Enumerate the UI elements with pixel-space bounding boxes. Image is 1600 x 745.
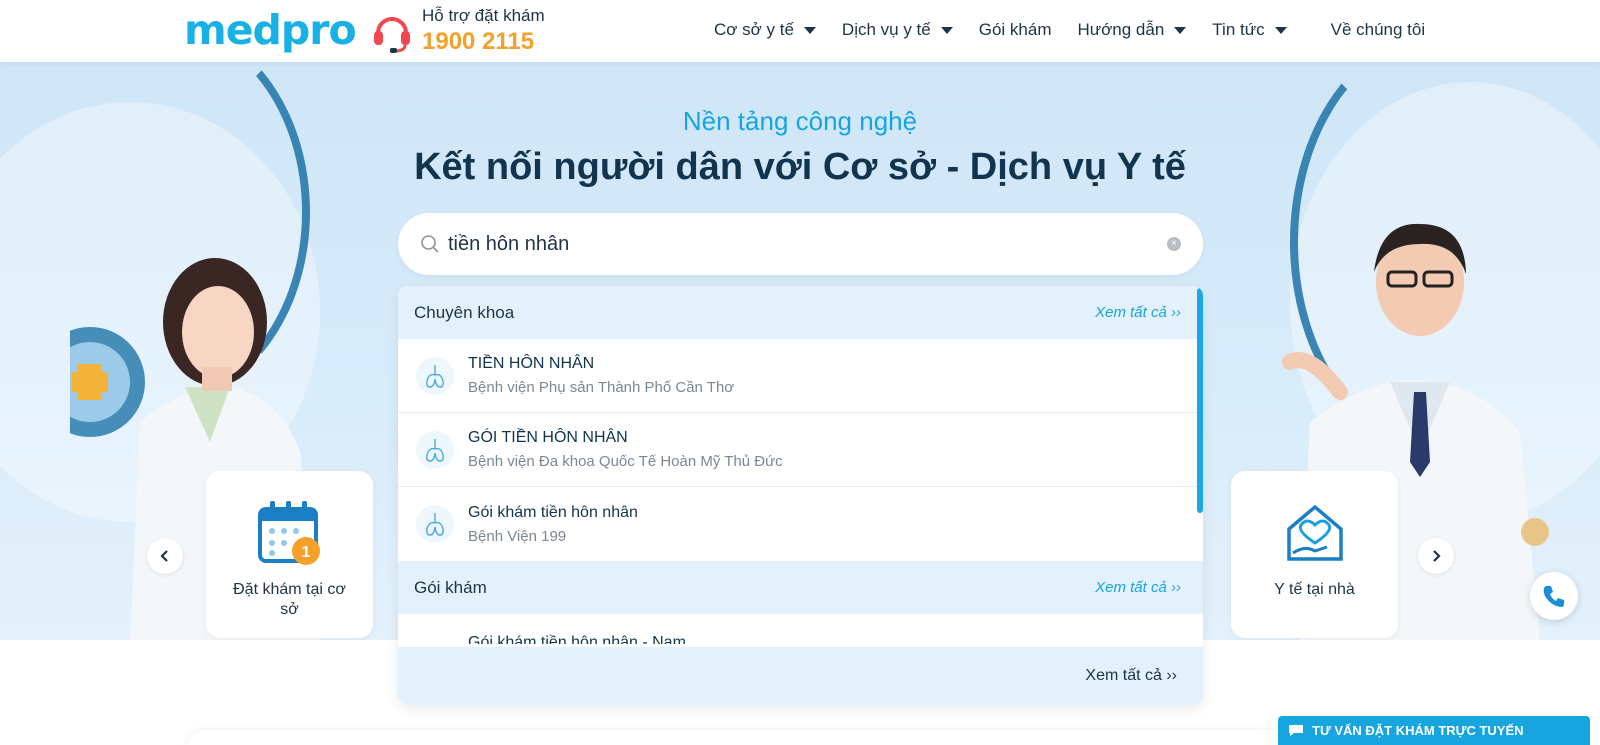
result-hospital: Bệnh viện Đa khoa Quốc Tế Hoàn Mỹ Thủ Đứ… bbox=[468, 453, 783, 470]
lungs-icon bbox=[416, 430, 454, 469]
nav-goi-kham[interactable]: Gói khám bbox=[979, 20, 1052, 40]
caret-down-icon bbox=[803, 26, 816, 34]
caret-down-icon bbox=[940, 26, 953, 34]
carousel-next-button[interactable] bbox=[1418, 538, 1454, 574]
nav-huong-dan[interactable]: Hướng dẫn bbox=[1077, 20, 1187, 40]
search-results-dropdown: Chuyên khoa Xem tất cả ›› TIỀN HÔN NHÂN … bbox=[398, 286, 1203, 705]
chevron-right-icon bbox=[1433, 550, 1441, 562]
nav-dich-vu-y-te[interactable]: Dịch vụ y tế bbox=[842, 20, 953, 40]
clear-icon[interactable]: × bbox=[1167, 237, 1181, 251]
lungs-icon bbox=[416, 505, 454, 543]
result-item[interactable]: GÓI TIỀN HÔN NHÂN Bệnh viện Đa khoa Quốc… bbox=[398, 413, 1203, 487]
result-name: Gói khám tiền hôn nhân - Nam bbox=[468, 634, 686, 644]
search-bar[interactable]: tiền hôn nhân × bbox=[398, 213, 1203, 275]
nav-co-so-y-te[interactable]: Cơ sở y tế bbox=[714, 20, 816, 40]
header: medpro Hỗ trợ đặt khám 1900 2115 Cơ sở y… bbox=[0, 0, 1600, 62]
chat-bar-label: TƯ VẤN ĐẶT KHÁM TRỰC TUYẾN bbox=[1312, 723, 1524, 738]
hero-headline: Kết nối người dân với Cơ sở - Dịch vụ Y … bbox=[414, 146, 1186, 188]
headset-icon bbox=[374, 17, 410, 53]
service-card-y-te-tai-nha[interactable]: Y tế tại nhà bbox=[1231, 471, 1398, 638]
online-consult-chat-bar[interactable]: TƯ VẤN ĐẶT KHÁM TRỰC TUYẾN bbox=[1278, 716, 1590, 745]
result-name: Gói khám tiền hôn nhân bbox=[468, 503, 638, 521]
nav-ve-chung-toi[interactable]: Về chúng tôi bbox=[1331, 20, 1426, 40]
search-icon bbox=[421, 235, 439, 253]
section-title: Chuyên khoa bbox=[414, 302, 515, 322]
service-card-label: Y tế tại nhà bbox=[1274, 581, 1355, 598]
see-all-link[interactable]: Xem tất cả ›› bbox=[1095, 579, 1181, 596]
nav-tin-tuc[interactable]: Tin tức bbox=[1212, 20, 1287, 40]
hero-tagline: Nền tảng công nghệ bbox=[682, 106, 918, 136]
call-button[interactable] bbox=[1530, 572, 1578, 620]
see-all-link[interactable]: Xem tất cả ›› bbox=[1095, 304, 1181, 321]
search-input[interactable]: tiền hôn nhân bbox=[448, 233, 1167, 256]
section-header-chuyen-khoa: Chuyên khoa Xem tất cả ›› bbox=[398, 286, 1203, 339]
see-all-footer-link[interactable]: Xem tất cả ›› bbox=[1085, 667, 1177, 685]
medpro-logo[interactable]: medpro bbox=[184, 6, 357, 54]
main-nav: Cơ sở y tế Dịch vụ y tế Gói khám Hướng d… bbox=[714, 20, 1451, 40]
phone-icon bbox=[1543, 586, 1564, 607]
lungs-icon bbox=[416, 356, 454, 395]
chevron-left-icon bbox=[160, 550, 168, 562]
service-card-label: Đặt khám tại cơ sở bbox=[233, 581, 346, 618]
result-item[interactable]: TIỀN HÔN NHÂN Bệnh viện Phụ sản Thành Ph… bbox=[398, 339, 1203, 413]
caret-down-icon bbox=[1174, 26, 1187, 34]
result-item-partial[interactable]: Gói khám tiền hôn nhân - Nam bbox=[398, 614, 1203, 644]
support-label: Hỗ trợ đặt khám bbox=[422, 6, 545, 25]
content-card-edge bbox=[186, 730, 1416, 745]
caret-down-icon bbox=[1274, 26, 1287, 34]
carousel-prev-button[interactable] bbox=[147, 538, 183, 574]
result-name: GÓI TIỀN HÔN NHÂN bbox=[468, 429, 628, 446]
calendar-icon: 1 bbox=[257, 501, 320, 565]
home-care-icon bbox=[1286, 504, 1343, 561]
support-phone[interactable]: 1900 2115 bbox=[422, 28, 545, 56]
result-hospital: Bệnh Viện 199 bbox=[468, 527, 567, 545]
support-hotline[interactable]: Hỗ trợ đặt khám 1900 2115 bbox=[370, 6, 545, 56]
dropdown-footer: Xem tất cả ›› bbox=[398, 647, 1203, 705]
calendar-badge-number: 1 bbox=[301, 544, 310, 561]
service-card-dat-kham[interactable]: 1 Đặt khám tại cơ sở bbox=[206, 471, 373, 638]
section-title: Gói khám bbox=[414, 577, 487, 597]
section-header-goi-kham: Gói khám Xem tất cả ›› bbox=[398, 561, 1203, 614]
result-hospital: Bệnh viện Phụ sản Thành Phố Cần Thơ bbox=[468, 379, 735, 396]
dropdown-scrollbar[interactable] bbox=[1197, 288, 1203, 513]
chat-bubble-icon bbox=[1289, 725, 1303, 736]
result-item[interactable]: Gói khám tiền hôn nhân Bệnh Viện 199 bbox=[398, 487, 1203, 561]
result-name: TIỀN HÔN NHÂN bbox=[468, 355, 595, 372]
